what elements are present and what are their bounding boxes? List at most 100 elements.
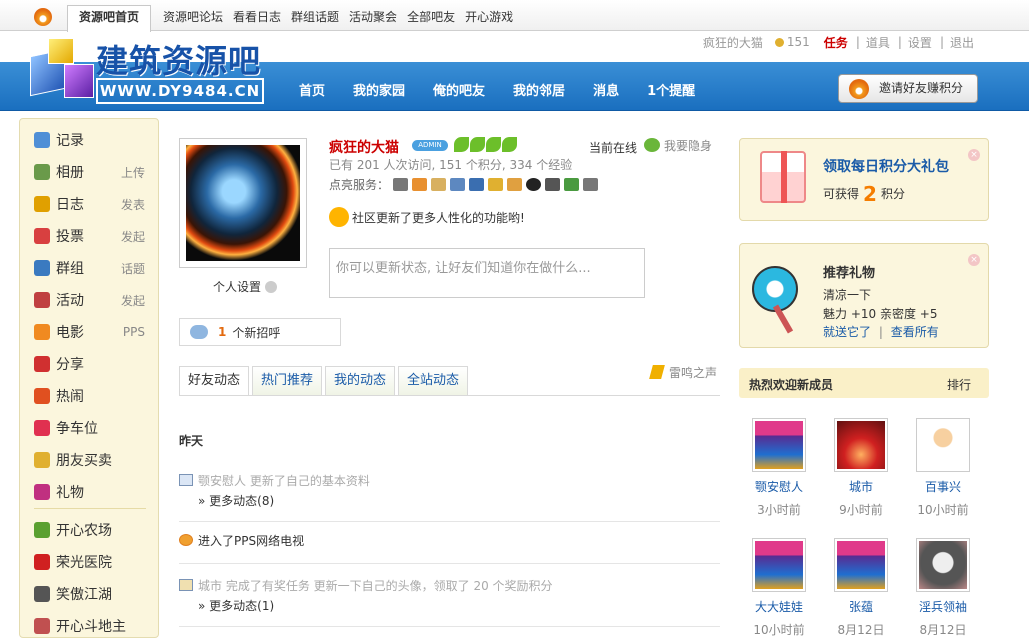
close-icon[interactable]: × [968,254,980,266]
top-link[interactable]: 开心游戏 [465,8,513,25]
top-link[interactable]: 群组话题 [291,8,339,25]
member-name[interactable]: 颚安慰人 [743,478,815,495]
nav-my-home[interactable]: 我的家园 [353,80,405,99]
sidebar-item[interactable]: 电影 PPS [34,321,159,343]
member-avatar[interactable] [752,538,806,592]
nav-home[interactable]: 首页 [299,80,325,99]
site-logo-icon[interactable] [34,8,52,26]
member-avatar[interactable] [834,538,888,592]
member-avatar[interactable] [752,418,806,472]
send-gift-link[interactable]: 就送它了 [823,325,871,339]
member-card[interactable]: 城市 9小时前 [825,418,897,518]
people-icon[interactable] [564,178,580,191]
daily-bonus-title[interactable]: 领取每日积分大礼包 [823,156,949,176]
nav-friends[interactable]: 俺的吧友 [433,80,485,99]
sidebar-item-action[interactable]: PPS [123,325,145,339]
sidebar-item-label[interactable]: 礼物 [56,482,84,502]
sidebar-item-label[interactable]: 记录 [56,130,84,150]
more-feed-link[interactable]: » 更多动态(8) [198,492,274,509]
sidebar-item[interactable]: 热闹 [34,385,159,407]
member-name[interactable]: 城市 [825,478,897,495]
member-avatar[interactable] [916,418,970,472]
avatar[interactable] [186,145,300,261]
member-name[interactable]: 淫兵领袖 [907,598,979,615]
more-feed-link[interactable]: » 更多动态(1) [198,597,274,614]
sidebar-item[interactable]: 群组 话题 [34,257,159,279]
camera-icon[interactable] [469,178,485,191]
sidebar-item-label[interactable]: 相册 [56,162,84,182]
sidebar-item-action[interactable]: 发表 [121,196,145,213]
rank-link[interactable]: 排行 [947,376,971,393]
member-card[interactable]: 大大娃娃 10小时前 [743,538,815,638]
sidebar-item-label[interactable]: 荣光医院 [56,552,112,572]
nav-reminders[interactable]: 1个提醒 [647,80,695,99]
sidebar-item-label[interactable]: 开心斗地主 [56,616,126,636]
settings-link[interactable]: 设置 [908,34,932,51]
sidebar-item[interactable]: 笑傲江湖 [34,583,159,605]
sidebar-item-label[interactable]: 活动 [56,290,84,310]
top-link[interactable]: 全部吧友 [407,8,455,25]
member-card[interactable]: 张蕴 8月12日 [825,538,897,638]
sidebar-item-label[interactable]: 朋友买卖 [56,450,112,470]
mail-icon[interactable] [488,178,504,191]
tab-my-feed[interactable]: 我的动态 [325,366,396,396]
sidebar-item[interactable]: 朋友买卖 [34,449,159,471]
voice-link[interactable]: 雷鸣之声 [649,364,717,381]
close-icon[interactable]: × [968,149,980,161]
status-input[interactable]: 你可以更新状态, 让好友们知道你在做什么... [329,248,645,298]
sidebar-item[interactable]: 分享 [34,353,159,375]
sidebar-item-label[interactable]: 热闹 [56,386,84,406]
tab-hot[interactable]: 热门推荐 [252,366,323,396]
invite-friends-button[interactable]: 邀请好友赚积分 [838,74,978,103]
top-link[interactable]: 看看日志 [233,8,281,25]
sidebar-item[interactable]: 记录 [34,129,159,151]
bag-icon[interactable] [583,178,599,191]
invisible-toggle[interactable]: 我要隐身 [644,137,712,154]
nav-messages[interactable]: 消息 [593,80,619,99]
member-card[interactable]: 颚安慰人 3小时前 [743,418,815,518]
greetings-box[interactable]: 1 个新招呼 [179,318,341,346]
sidebar-item-action[interactable]: 话题 [121,260,145,277]
sidebar-item[interactable]: 荣光医院 [34,551,159,573]
avatar-frame[interactable] [179,138,307,268]
sidebar-item-label[interactable]: 投票 [56,226,84,246]
nav-neighbors[interactable]: 我的邻居 [513,80,565,99]
sidebar-item-label[interactable]: 电影 [56,322,84,342]
id-card-icon[interactable] [431,178,447,191]
sidebar-item-label[interactable]: 开心农场 [56,520,112,540]
house-icon[interactable] [412,178,428,191]
sidebar-item[interactable]: 开心农场 [34,519,159,541]
profile-settings-link[interactable]: 个人设置 [213,278,278,295]
member-avatar[interactable] [916,538,970,592]
sidebar-item[interactable]: 争车位 [34,417,159,439]
username-link[interactable]: 疯狂的大猫 [703,34,763,51]
tab-site-feed[interactable]: 全站动态 [398,366,469,396]
sidebar-item[interactable]: 礼物 [34,481,159,503]
calendar-icon[interactable] [507,178,523,191]
profile-name[interactable]: 疯狂的大猫 [329,137,399,157]
sidebar-item-label[interactable]: 笑傲江湖 [56,584,112,604]
member-name[interactable]: 百事兴 [907,478,979,495]
sidebar-item[interactable]: 活动 发起 [34,289,159,311]
brand-logo[interactable]: 建筑资源吧 WWW.DY9484.CN [28,34,268,110]
card-icon[interactable] [450,178,466,191]
sidebar-item[interactable]: 相册 上传 [34,161,159,183]
view-all-gifts-link[interactable]: 查看所有 [891,325,939,339]
task-link[interactable]: 任务 [824,34,848,51]
qq-icon[interactable] [526,178,542,191]
phone-icon[interactable] [545,178,561,191]
member-card[interactable]: 百事兴 10小时前 [907,418,979,518]
sidebar-item[interactable]: 日志 发表 [34,193,159,215]
logout-link[interactable]: 退出 [950,34,974,51]
tab-home[interactable]: 资源吧首页 [67,5,151,32]
top-link[interactable]: 活动聚会 [349,8,397,25]
member-card[interactable]: 淫兵领袖 8月12日 [907,538,979,638]
sidebar-item-action[interactable]: 发起 [121,292,145,309]
member-avatar[interactable] [834,418,888,472]
top-link[interactable]: 资源吧论坛 [163,8,223,25]
props-link[interactable]: 道具 [866,34,890,51]
sidebar-item[interactable]: 开心斗地主 [34,615,159,637]
sidebar-item-action[interactable]: 上传 [121,164,145,181]
sidebar-item-label[interactable]: 群组 [56,258,84,278]
tab-friends-feed[interactable]: 好友动态 [179,366,250,396]
